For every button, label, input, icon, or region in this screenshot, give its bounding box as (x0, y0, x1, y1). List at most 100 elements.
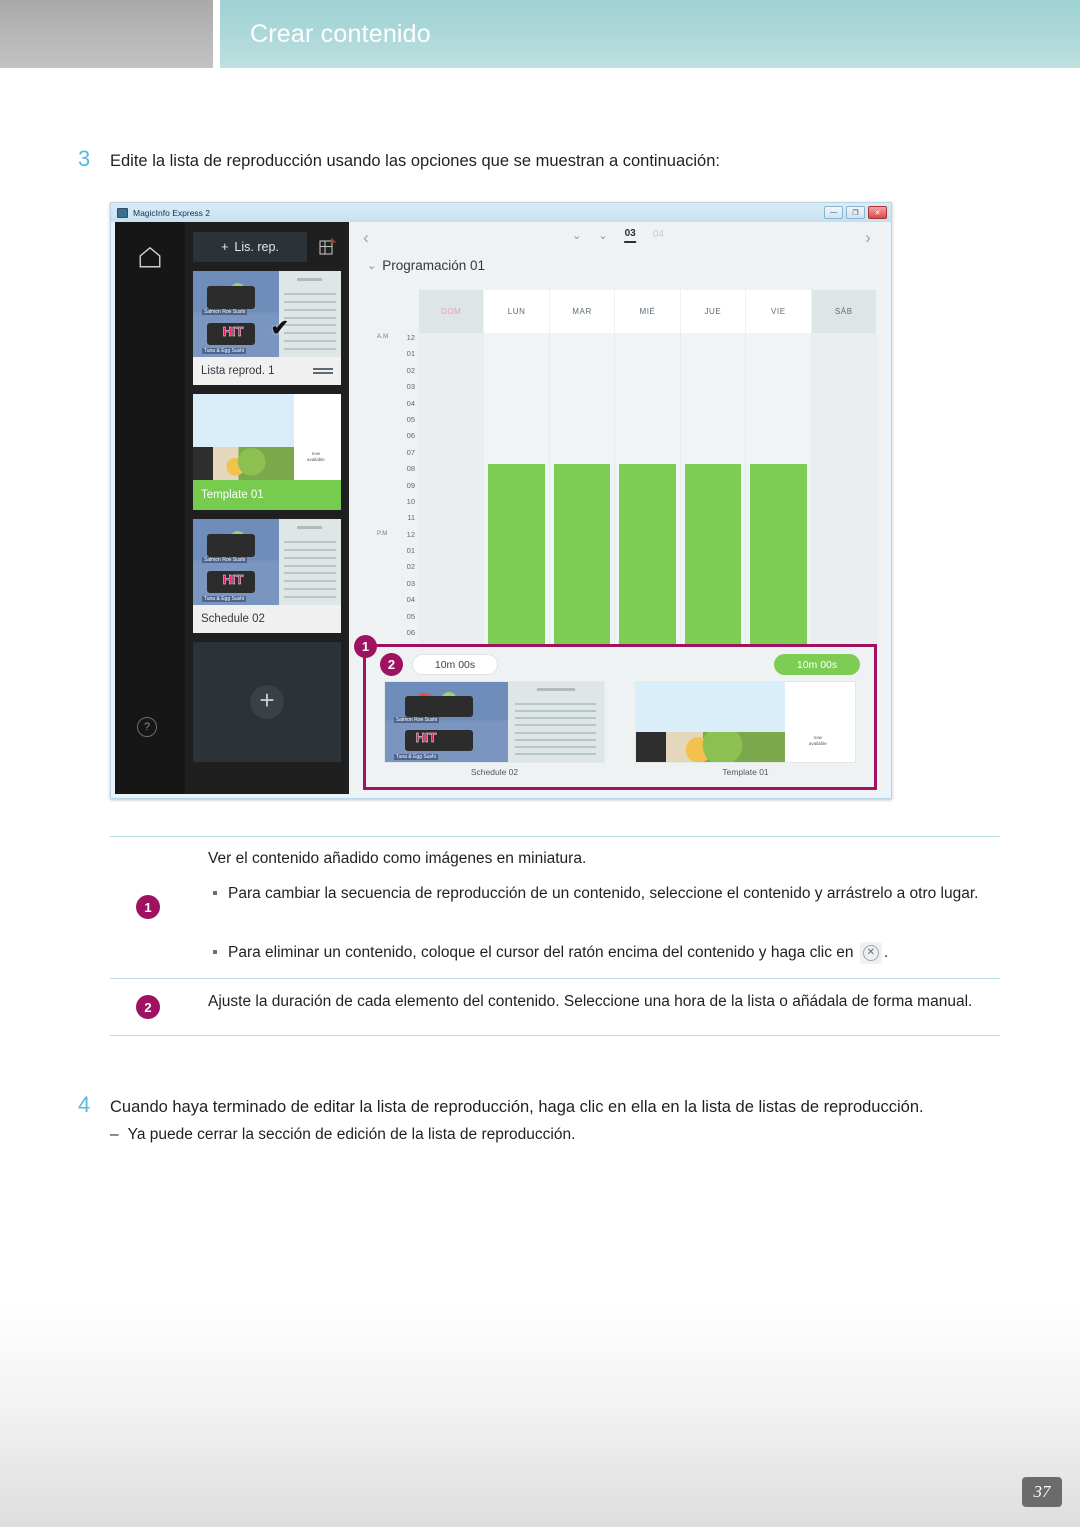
add-content-tile[interactable]: + (193, 642, 341, 762)
calendar-event-block[interactable] (619, 464, 676, 644)
note-badge-2: 2 (136, 995, 160, 1019)
calendar-event-block[interactable] (553, 464, 611, 644)
content-timeline-strip: 1 2 10m 00s 10m 00s Salmon Roe Sushi HIT… (354, 635, 877, 790)
timeline-items: Salmon Roe Sushi HIT Tuna & Egg Sushi Sc… (384, 681, 856, 781)
calendar-event-block[interactable] (684, 464, 742, 644)
calendar-day-body (484, 333, 550, 644)
calendar-hour-row: 11 (377, 513, 419, 529)
chevron-down-icon[interactable]: ⌄ (598, 229, 607, 242)
calendar-hour-row: A.M 12 (377, 333, 419, 349)
timeline-item-name: Schedule 02 (470, 767, 519, 777)
meridiem-label: A.M (377, 334, 389, 340)
calendar-hour-row: 01 (377, 349, 419, 365)
maximize-button[interactable]: ❐ (846, 206, 865, 219)
note-bullet-2: Para eliminar un contenido, coloque el c… (213, 941, 1003, 965)
playlist-card-label: Template 01 (193, 480, 341, 510)
app-body: ? + Lis. rep. Salmon Roe Sushi HIT Tuna … (115, 222, 887, 794)
timeline-item[interactable]: now available Template 01 (635, 681, 856, 781)
duration-field-right[interactable]: 10m 00s (774, 654, 860, 675)
prev-arrow-icon[interactable]: ‹ (357, 229, 375, 247)
calendar-hour-row: 05 (377, 612, 419, 628)
calendar-hour-row: 07 (377, 448, 419, 464)
calendar-day-header: DOM (419, 290, 485, 333)
hour-label: 02 (406, 562, 415, 572)
calendar-day-body (680, 333, 747, 644)
playlist-thumbnail: Salmon Roe Sushi HIT Tuna & Egg Sushi ✔ (193, 271, 341, 357)
home-icon[interactable] (137, 244, 163, 270)
thumb-art-template: now available (193, 394, 341, 480)
hour-label: 07 (406, 447, 415, 457)
playlist-card[interactable]: Salmon Roe Sushi HIT Tuna & Egg Sushi ✔ … (193, 271, 341, 385)
duration-row: 10m 00s 10m 00s (412, 654, 860, 675)
calendar-day-column[interactable]: MIÉ (615, 290, 681, 644)
hour-label: 05 (406, 414, 415, 424)
playlist-toolbar: + Lis. rep. (193, 232, 341, 262)
calendar-hour-row: 06 (377, 628, 419, 644)
new-template-icon[interactable] (313, 232, 341, 262)
thumb-art-template: now available (636, 682, 855, 762)
window-controls: — ❐ ✕ (824, 206, 887, 219)
chevron-down-icon[interactable]: ⌄ (572, 229, 581, 242)
calendar-event-block[interactable] (749, 464, 807, 644)
step-4-number: 4 (78, 1092, 91, 1117)
delete-x-icon[interactable]: ✕ (859, 941, 882, 964)
note-bullet-1: Para cambiar la secuencia de reproducció… (213, 882, 1003, 906)
calendar-event-block[interactable] (488, 464, 545, 644)
close-button[interactable]: ✕ (868, 206, 887, 219)
thumb-hit-badge: HIT (222, 324, 244, 340)
divider (110, 836, 1000, 837)
help-icon[interactable]: ? (137, 717, 157, 737)
calendar-day-header: MIÉ (615, 290, 681, 333)
timeline-item[interactable]: Salmon Roe Sushi HIT Tuna & Egg Sushi Sc… (384, 681, 605, 781)
calendar-day-header: VIE (746, 290, 812, 333)
calendar-day-column[interactable]: SÁB (811, 290, 877, 644)
calendar-day-body (419, 333, 485, 644)
calendar-day-column[interactable]: MAR (549, 290, 616, 644)
calendar-day-column[interactable]: DOM (419, 290, 485, 644)
note-bullet-2-pre: Para eliminar un contenido, coloque el c… (228, 944, 854, 961)
calendar-grid: DOM LUN MAR MIÉ JUE VIE SÁB (419, 290, 877, 644)
step-4-sub-label: Ya puede cerrar la sección de edición de… (127, 1126, 576, 1143)
playlist-card[interactable]: Salmon Roe Sushi HIT Tuna & Egg Sushi Sc… (193, 519, 341, 633)
tab-day-04[interactable]: 04 (653, 229, 664, 242)
playlist-card[interactable]: now available Template 01 (193, 394, 341, 510)
minimize-button[interactable]: — (824, 206, 843, 219)
plus-icon: + (221, 240, 229, 254)
calendar-day-body (811, 333, 877, 644)
calendar-day-body (746, 333, 812, 644)
calendar-hour-row: 01 (377, 546, 419, 562)
calendar-hour-row: 10 (377, 497, 419, 513)
calendar-hour-row: 09 (377, 481, 419, 497)
note-bullet-2-text: Para eliminar un contenido, coloque el c… (228, 941, 888, 965)
chevron-down-icon: ⌄ (367, 260, 377, 272)
calendar-day-column[interactable]: JUE (680, 290, 747, 644)
app-name-label: MagicInfo Express 2 (133, 207, 211, 218)
duration-field-left[interactable]: 10m 00s (412, 654, 498, 675)
add-playlist-button[interactable]: + Lis. rep. (193, 232, 307, 262)
calendar-day-header: SÁB (811, 290, 877, 333)
calendar-day-column[interactable]: LUN (484, 290, 550, 644)
thumb-art-menu (278, 271, 341, 357)
calendar-day-body (615, 333, 681, 644)
calendar-day-column[interactable]: VIE (746, 290, 812, 644)
hour-label: 11 (407, 513, 415, 523)
divider (110, 978, 1000, 979)
schedule-title[interactable]: ⌄ Programación 01 (367, 258, 485, 273)
calendar-hour-row: 03 (377, 579, 419, 595)
schedule-panel: ‹ ⌄ ⌄ 03 04 › ⌄ Programación 01 A.M 12 01 0… (349, 222, 887, 794)
bullet-square-icon (213, 891, 217, 895)
hour-label: 01 (406, 349, 415, 359)
next-arrow-icon[interactable]: › (859, 229, 877, 247)
tab-day-03[interactable]: 03 (624, 228, 636, 243)
hour-label: 03 (406, 578, 415, 588)
hour-label: 04 (406, 398, 415, 408)
calendar-hour-row: 02 (377, 562, 419, 578)
page-number: 37 (1022, 1477, 1062, 1507)
page-title: Crear contenido (250, 19, 431, 48)
thumb-caption-2: Tuna & Egg Sushi (201, 348, 246, 355)
step-3-number: 3 (78, 146, 91, 171)
drag-handle-icon[interactable] (313, 367, 333, 375)
note-lead-text: Ver el contenido añadido como imágenes e… (208, 850, 587, 867)
page-header: Crear contenido (0, 0, 1080, 68)
playlist-card-name: Schedule 02 (201, 613, 265, 625)
